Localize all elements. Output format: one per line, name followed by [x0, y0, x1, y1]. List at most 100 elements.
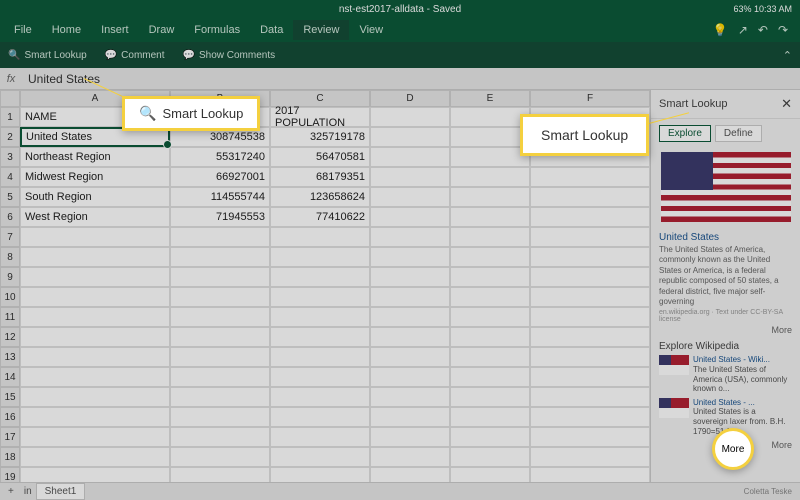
cell[interactable]: [170, 227, 270, 247]
cell[interactable]: [370, 367, 450, 387]
tab-draw[interactable]: Draw: [139, 20, 185, 40]
cell[interactable]: [530, 187, 650, 207]
define-tab[interactable]: Define: [715, 125, 762, 142]
cell[interactable]: [450, 107, 530, 127]
cell[interactable]: [450, 307, 530, 327]
cell[interactable]: [530, 467, 650, 482]
cell[interactable]: [370, 407, 450, 427]
cell[interactable]: [270, 307, 370, 327]
cell[interactable]: [170, 467, 270, 482]
formula-input[interactable]: United States: [22, 72, 800, 86]
explore-tab[interactable]: Explore: [659, 125, 711, 142]
cell[interactable]: [450, 447, 530, 467]
cell[interactable]: [20, 227, 170, 247]
cell[interactable]: [20, 247, 170, 267]
cell[interactable]: [450, 347, 530, 367]
cell[interactable]: [270, 427, 370, 447]
cell[interactable]: [20, 267, 170, 287]
cell[interactable]: [20, 447, 170, 467]
cell[interactable]: [370, 327, 450, 347]
tab-formulas[interactable]: Formulas: [184, 20, 250, 40]
row-header[interactable]: 4: [0, 167, 20, 187]
share-icon[interactable]: ↗: [738, 23, 748, 37]
cell[interactable]: [20, 387, 170, 407]
cell[interactable]: [370, 347, 450, 367]
cell[interactable]: [530, 447, 650, 467]
cell[interactable]: [270, 327, 370, 347]
cell[interactable]: South Region: [20, 187, 170, 207]
cell[interactable]: [370, 267, 450, 287]
more-link[interactable]: More: [659, 325, 792, 335]
cell[interactable]: [450, 287, 530, 307]
cell[interactable]: 68179351: [270, 167, 370, 187]
cell[interactable]: [170, 327, 270, 347]
cell[interactable]: [370, 127, 450, 147]
tab-insert[interactable]: Insert: [91, 20, 139, 40]
cell[interactable]: [530, 167, 650, 187]
row-header[interactable]: 8: [0, 247, 20, 267]
row-header[interactable]: 16: [0, 407, 20, 427]
cell[interactable]: [370, 147, 450, 167]
row-header[interactable]: 2: [0, 127, 20, 147]
cell[interactable]: [170, 367, 270, 387]
cell[interactable]: [370, 447, 450, 467]
cell[interactable]: [450, 467, 530, 482]
cell[interactable]: [530, 227, 650, 247]
row-header[interactable]: 18: [0, 447, 20, 467]
show-comments-button[interactable]: 💬 Show Comments: [183, 50, 276, 61]
cell[interactable]: [530, 427, 650, 447]
tab-home[interactable]: Home: [42, 20, 91, 40]
cell[interactable]: [530, 307, 650, 327]
add-sheet-button[interactable]: +: [8, 486, 14, 497]
fx-label[interactable]: fx: [0, 73, 22, 85]
row-header[interactable]: 9: [0, 267, 20, 287]
cell[interactable]: 71945553: [170, 207, 270, 227]
cell[interactable]: [450, 387, 530, 407]
cell[interactable]: 2017 POPULATION: [270, 107, 370, 127]
cell[interactable]: [270, 247, 370, 267]
cell[interactable]: [20, 467, 170, 482]
undo-icon[interactable]: ↶: [758, 23, 768, 37]
row-header[interactable]: 7: [0, 227, 20, 247]
cell[interactable]: [170, 407, 270, 427]
sheet-tab[interactable]: Sheet1: [36, 483, 86, 500]
redo-icon[interactable]: ↷: [778, 23, 788, 37]
row-header[interactable]: 14: [0, 367, 20, 387]
close-icon[interactable]: ✕: [781, 96, 792, 112]
cell[interactable]: [20, 347, 170, 367]
cell[interactable]: [270, 387, 370, 407]
cell[interactable]: [530, 407, 650, 427]
cell[interactable]: [370, 307, 450, 327]
row-header[interactable]: 12: [0, 327, 20, 347]
cell[interactable]: 77410622: [270, 207, 370, 227]
cell[interactable]: [450, 327, 530, 347]
cell[interactable]: Northeast Region: [20, 147, 170, 167]
row-header[interactable]: 19: [0, 467, 20, 482]
cell[interactable]: [270, 267, 370, 287]
tab-review[interactable]: Review: [293, 20, 349, 40]
smart-lookup-button[interactable]: 🔍 Smart Lookup: [8, 50, 87, 61]
column-header[interactable]: F: [530, 90, 650, 107]
select-all-cell[interactable]: [0, 90, 20, 107]
cell[interactable]: [450, 187, 530, 207]
row-header[interactable]: 3: [0, 147, 20, 167]
cell[interactable]: [530, 347, 650, 367]
tab-data[interactable]: Data: [250, 20, 293, 40]
cell[interactable]: [450, 407, 530, 427]
cell[interactable]: [170, 307, 270, 327]
cell[interactable]: [170, 447, 270, 467]
row-header[interactable]: 10: [0, 287, 20, 307]
cell[interactable]: [370, 247, 450, 267]
cell[interactable]: [270, 287, 370, 307]
cell[interactable]: [530, 207, 650, 227]
cell[interactable]: [370, 107, 450, 127]
cell[interactable]: [450, 227, 530, 247]
tab-file[interactable]: File: [4, 20, 42, 40]
cell[interactable]: [20, 407, 170, 427]
cell[interactable]: [20, 367, 170, 387]
cell[interactable]: 325719178: [270, 127, 370, 147]
cell[interactable]: [170, 387, 270, 407]
cell[interactable]: [530, 387, 650, 407]
expand-ribbon-icon[interactable]: ⌃: [783, 49, 792, 62]
cell[interactable]: [370, 387, 450, 407]
